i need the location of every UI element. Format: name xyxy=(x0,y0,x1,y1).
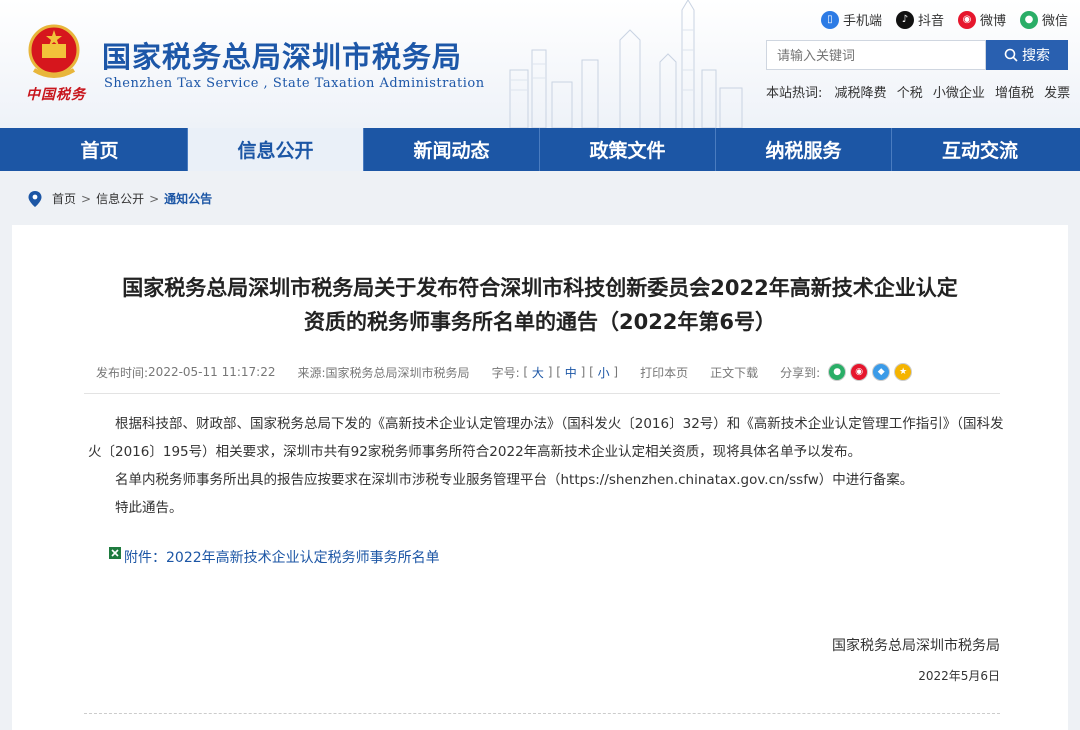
social-label: 微博 xyxy=(979,14,1006,29)
breadcrumb-current[interactable]: 通知公告 xyxy=(164,190,212,207)
site-title-cn[interactable]: 国家税务总局深圳市税务局 xyxy=(102,34,462,76)
article-meta: 发布时间: 2022-05-11 11:17:22 来源: 国家税务总局深圳市税… xyxy=(96,363,913,381)
font-size-medium[interactable]: 中 xyxy=(565,364,577,381)
print-page-link[interactable]: 打印本页 xyxy=(640,364,688,381)
search-input[interactable] xyxy=(766,40,986,70)
font-size-label: 字号: xyxy=(491,365,520,380)
breadcrumb-separator: > xyxy=(81,191,92,206)
hotword-item[interactable]: 小微企业 xyxy=(933,86,985,101)
site-header: 中国税务 国家税务总局深圳市税务局 Shenzhen Tax Service ,… xyxy=(0,0,1080,128)
social-label: 手机端 xyxy=(842,14,882,29)
share-weibo-icon[interactable]: ◉ xyxy=(850,363,869,381)
article-paragraph: 特此通告。 xyxy=(115,500,183,516)
hotword-item[interactable]: 个税 xyxy=(897,86,923,101)
publish-label: 发布时间: xyxy=(96,365,149,380)
city-skyline-illustration xyxy=(509,0,743,128)
site-title-en: Shenzhen Tax Service , State Taxation Ad… xyxy=(104,76,485,91)
share-qzone-icon[interactable]: ★ xyxy=(894,363,913,381)
mobile-icon: ▯ xyxy=(820,10,839,29)
nav-home[interactable]: 首页 xyxy=(12,128,188,171)
china-tax-seal-logo: 中国税务 xyxy=(26,87,86,103)
national-emblem-logo xyxy=(28,24,80,78)
breadcrumb-separator: > xyxy=(149,191,160,206)
article-title-line: 资质的税务师事务所名单的通告（2022年第6号） xyxy=(303,310,777,334)
search-button-label: 搜索 xyxy=(1022,47,1050,63)
font-size-small[interactable]: 小 xyxy=(598,364,610,381)
article-panel: 国家税务总局深圳市税务局关于发布符合深圳市科技创新委员会2022年高新技术企业认… xyxy=(12,225,1068,730)
share-qq-icon[interactable]: ◆ xyxy=(872,363,891,381)
douyin-icon: ♪ xyxy=(895,10,914,29)
breadcrumb-home[interactable]: 首页 xyxy=(52,190,76,207)
article-paragraph: 名单内税务师事务所出具的报告应按要求在深圳市涉税专业服务管理平台（https:/… xyxy=(115,472,914,488)
font-size-large[interactable]: 大 xyxy=(532,364,544,381)
social-label: 微信 xyxy=(1041,14,1068,29)
breadcrumb: 首页 > 信息公开 > 通知公告 xyxy=(28,190,212,207)
article-title: 国家税务总局深圳市税务局关于发布符合深圳市科技创新委员会2022年高新技术企业认… xyxy=(52,271,1028,339)
social-mobile-link[interactable]: ▯ 手机端 xyxy=(820,10,882,29)
excel-file-icon xyxy=(109,547,121,559)
nav-tax-service[interactable]: 纳税服务 xyxy=(716,128,892,171)
nav-info-disclosure[interactable]: 信息公开 xyxy=(188,128,364,171)
hotword-item[interactable]: 减税降费 xyxy=(835,86,887,101)
attachment-label: 附件：2022年高新技术企业认定税务师事务所名单 xyxy=(124,550,440,566)
download-text-link[interactable]: 正文下载 xyxy=(710,364,758,381)
hotwords-label: 本站热词: xyxy=(766,86,823,101)
nav-interaction[interactable]: 互动交流 xyxy=(892,128,1068,171)
nav-policy[interactable]: 政策文件 xyxy=(540,128,716,171)
article-title-line: 国家税务总局深圳市税务局关于发布符合深圳市科技创新委员会2022年高新技术企业认… xyxy=(122,276,958,300)
share-buttons: ● ◉ ◆ ★ xyxy=(828,363,913,381)
attachment-link[interactable]: 附件：2022年高新技术企业认定税务师事务所名单 xyxy=(108,547,440,567)
main-nav: 首页 信息公开 新闻动态 政策文件 纳税服务 互动交流 xyxy=(0,128,1080,171)
weibo-icon: ◉ xyxy=(957,10,976,29)
social-links: ▯ 手机端 ♪ 抖音 ◉ 微博 ● 微信 xyxy=(820,10,1068,29)
hotword-item[interactable]: 增值税 xyxy=(995,86,1034,101)
search-icon xyxy=(1004,48,1018,62)
meta-divider xyxy=(84,393,1000,394)
share-label: 分享到: xyxy=(780,365,821,380)
breadcrumb-info[interactable]: 信息公开 xyxy=(96,190,144,207)
article-body: 根据科技部、财政部、国家税务总局下发的《高新技术企业认定管理办法》（国科发火〔2… xyxy=(88,410,1008,522)
hotwords: 本站热词: 减税降费 个税 小微企业 增值税 发票 xyxy=(766,82,1076,101)
article-date: 2022年5月6日 xyxy=(918,669,1000,683)
source-value: 国家税务总局深圳市税务局 xyxy=(325,365,470,380)
footer-divider xyxy=(84,713,1000,714)
article-signature: 国家税务总局深圳市税务局 xyxy=(832,638,1000,654)
search-button[interactable]: 搜索 xyxy=(986,40,1068,70)
social-label: 抖音 xyxy=(917,14,944,29)
location-pin-icon xyxy=(28,190,42,207)
nav-news[interactable]: 新闻动态 xyxy=(364,128,540,171)
social-douyin-link[interactable]: ♪ 抖音 xyxy=(895,10,944,29)
share-wechat-icon[interactable]: ● xyxy=(828,363,847,381)
publish-time: 2022-05-11 11:17:22 xyxy=(148,365,276,379)
wechat-icon: ● xyxy=(1019,10,1038,29)
source-label: 来源: xyxy=(297,365,326,380)
social-wechat-link[interactable]: ● 微信 xyxy=(1019,10,1068,29)
social-weibo-link[interactable]: ◉ 微博 xyxy=(957,10,1006,29)
article-paragraph: 根据科技部、财政部、国家税务总局下发的《高新技术企业认定管理办法》（国科发火〔2… xyxy=(88,416,1004,460)
hotword-item[interactable]: 发票 xyxy=(1044,86,1070,101)
